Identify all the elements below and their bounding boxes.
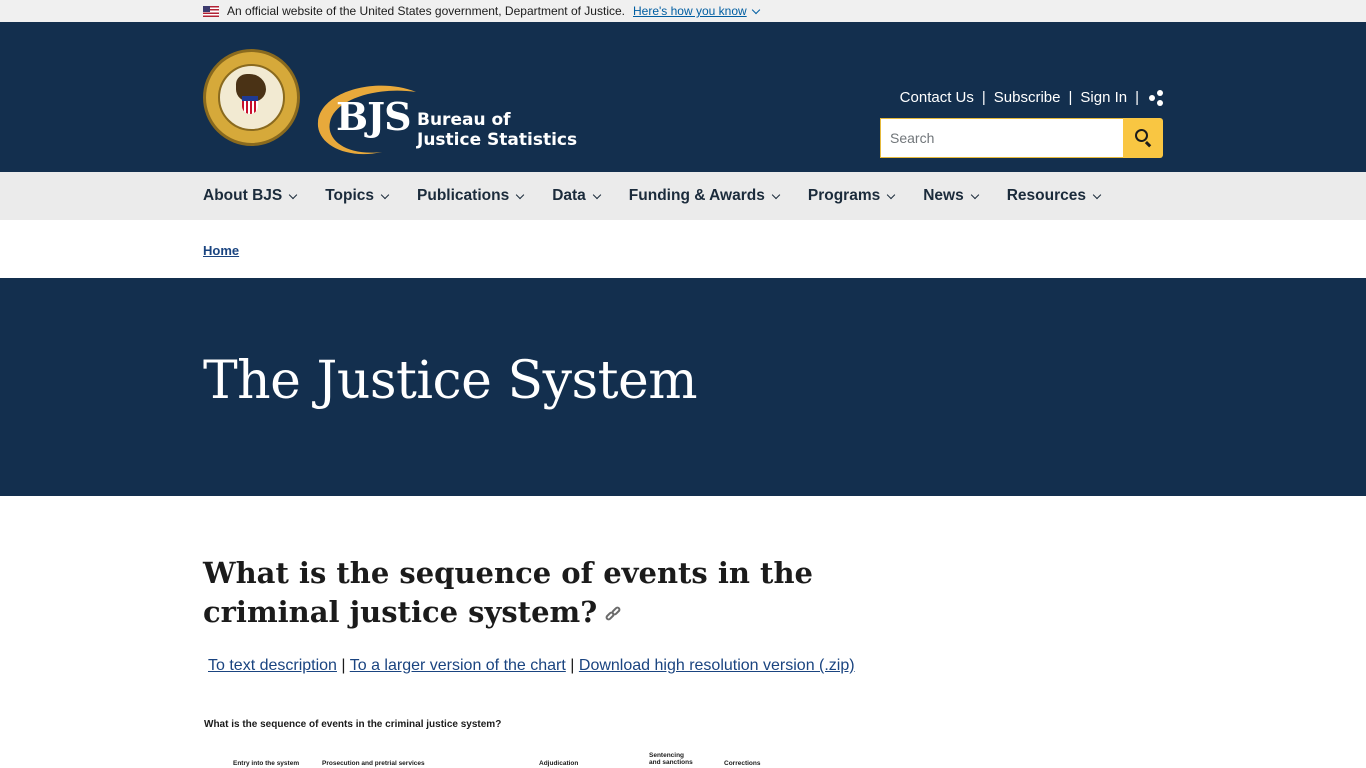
- section-heading: What is the sequence of events in the cr…: [203, 554, 823, 632]
- main-nav: About BJS Topics Publications Data Fundi…: [0, 172, 1366, 220]
- search-icon: [1135, 129, 1148, 142]
- nav-label: Publications: [417, 187, 510, 204]
- nav-item-funding-awards[interactable]: Funding & Awards: [628, 187, 781, 205]
- heres-how-you-know-link[interactable]: Here's how you know: [633, 4, 760, 18]
- utility-nav: Contact Us | Subscribe | Sign In |: [900, 89, 1163, 106]
- chart-stage-prosecution: Prosecution and pretrial services: [322, 760, 425, 767]
- doj-seal-logo[interactable]: [203, 49, 300, 146]
- nav-label: Programs: [807, 187, 881, 204]
- nav-item-news[interactable]: News: [923, 187, 979, 205]
- link-separator: |: [341, 657, 346, 674]
- chart-links: To text description | To a larger versio…: [203, 652, 863, 680]
- utility-divider: |: [981, 89, 986, 106]
- permalink-icon[interactable]: [604, 605, 623, 623]
- nav-item-topics[interactable]: Topics: [325, 187, 390, 205]
- contact-us-link[interactable]: Contact Us: [900, 89, 974, 106]
- sign-in-link[interactable]: Sign In: [1080, 89, 1127, 106]
- section-heading-text: What is the sequence of events in the cr…: [203, 556, 813, 629]
- chevron-down-icon: [970, 190, 979, 200]
- utility-divider: |: [1068, 89, 1073, 106]
- chevron-down-icon: [380, 190, 390, 200]
- chart-image-title: What is the sequence of events in the cr…: [204, 719, 502, 730]
- nav-label: Funding & Awards: [628, 187, 765, 204]
- gov-banner-text: An official website of the United States…: [227, 4, 625, 18]
- breadcrumb: Home: [0, 220, 1366, 278]
- us-flag-icon: [203, 5, 219, 17]
- link-separator: |: [570, 657, 575, 674]
- chevron-down-icon: [771, 190, 781, 200]
- subscribe-link[interactable]: Subscribe: [994, 89, 1061, 106]
- bjs-abbr: BJS: [336, 94, 412, 139]
- page-title: The Justice System: [203, 351, 698, 411]
- nav-label: Resources: [1006, 187, 1086, 204]
- nav-label: Data: [552, 187, 586, 204]
- chevron-down-icon: [751, 5, 760, 15]
- chart-stage-entry: Entry into the system: [233, 760, 300, 767]
- nav-label: News: [923, 187, 964, 204]
- main-content: What is the sequence of events in the cr…: [0, 496, 1366, 768]
- search-input[interactable]: [880, 118, 1123, 158]
- nav-item-resources[interactable]: Resources: [1006, 187, 1102, 205]
- search-button[interactable]: [1123, 118, 1163, 158]
- bjs-name-line1: Bureau of: [417, 110, 511, 130]
- nav-item-data[interactable]: Data: [552, 187, 602, 205]
- bjs-name-line2: Justice Statistics: [417, 130, 578, 150]
- download-hi-res-link[interactable]: Download high resolution version (.zip): [579, 657, 855, 674]
- chevron-down-icon: [886, 190, 896, 200]
- nav-label: Topics: [325, 187, 375, 204]
- larger-chart-link[interactable]: To a larger version of the chart: [350, 657, 566, 674]
- text-description-link[interactable]: To text description: [208, 657, 337, 674]
- search-form: [880, 118, 1163, 158]
- chevron-down-icon: [1092, 190, 1102, 200]
- shield-icon: [242, 96, 258, 114]
- chart-stage-sentencing: Sentencing and sanctions: [649, 752, 693, 766]
- nav-label: About BJS: [203, 187, 283, 204]
- nav-item-publications[interactable]: Publications: [417, 187, 525, 205]
- heres-how-you-know-label: Here's how you know: [633, 4, 747, 18]
- chevron-down-icon: [515, 190, 525, 200]
- bjs-full-name: Bureau of Justice Statistics: [417, 110, 577, 150]
- nav-item-about-bjs[interactable]: About BJS: [203, 187, 298, 205]
- breadcrumb-home-link[interactable]: Home: [203, 243, 239, 258]
- chevron-down-icon: [592, 190, 602, 200]
- utility-divider: |: [1135, 89, 1139, 106]
- chevron-down-icon: [288, 190, 298, 200]
- nav-item-programs[interactable]: Programs: [807, 187, 896, 205]
- site-header: BJS Bureau of Justice Statistics Contact…: [0, 22, 1366, 172]
- gov-banner: An official website of the United States…: [0, 0, 1366, 22]
- chart-stage-adjudication: Adjudication: [539, 760, 579, 767]
- chart-stage-corrections: Corrections: [724, 760, 761, 767]
- share-icon[interactable]: [1149, 89, 1163, 106]
- page-hero: The Justice System: [0, 278, 1366, 496]
